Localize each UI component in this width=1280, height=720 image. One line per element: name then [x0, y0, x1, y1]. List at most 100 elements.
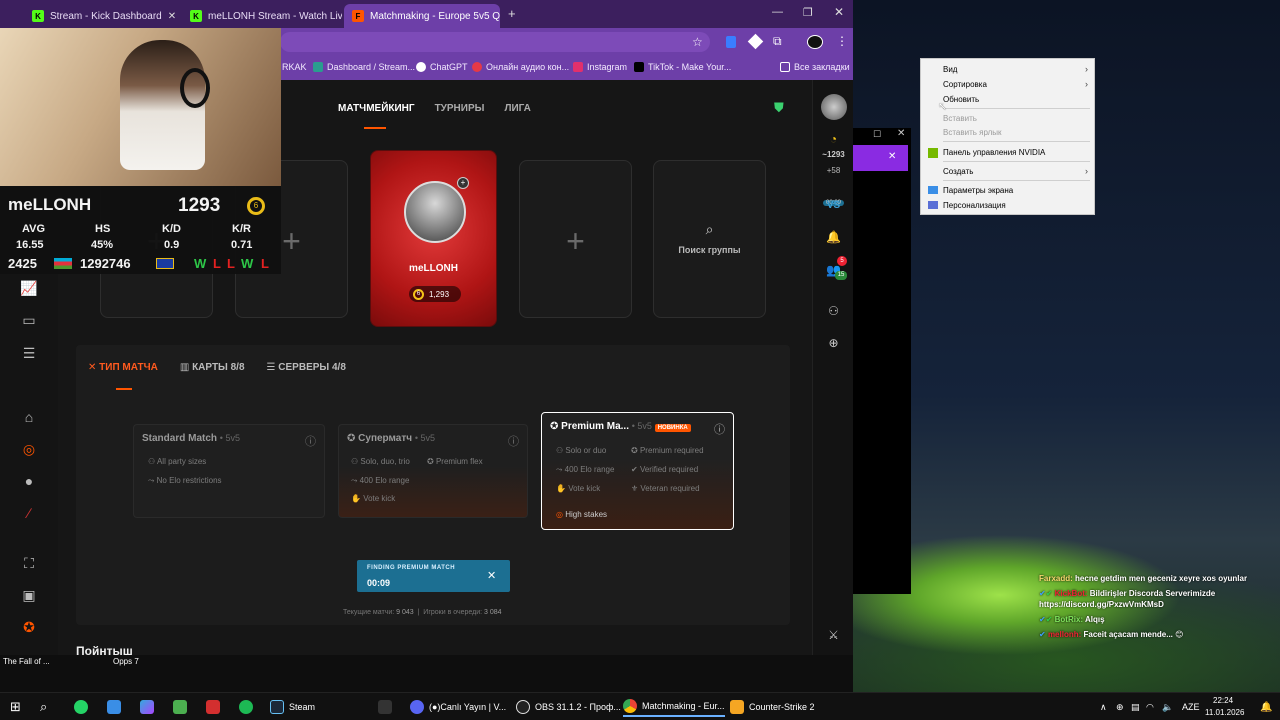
info-icon[interactable]: ⓘ: [305, 433, 316, 449]
nav-league[interactable]: ЛИГА: [504, 103, 530, 114]
menu-item-sort[interactable]: Сортировка: [943, 80, 987, 89]
user-icon[interactable]: ●: [20, 472, 38, 490]
feature: ⚇ Solo or duo: [556, 446, 607, 455]
search-group-slot[interactable]: ⌕ Поиск группы: [653, 160, 766, 318]
maximize-button[interactable]: ❐: [803, 6, 813, 19]
search-icon[interactable]: ⌕: [40, 697, 47, 717]
extensions-puzzle-icon[interactable]: ⧉: [773, 34, 782, 49]
menu-item-refresh[interactable]: Обновить: [943, 95, 979, 104]
taskbar-chrome[interactable]: Matchmaking - Eur...: [623, 697, 725, 717]
party-slot[interactable]: +: [519, 160, 632, 318]
taskbar-steam[interactable]: Steam: [270, 697, 315, 717]
bookmark-label: TikTok - Make Your...: [648, 62, 732, 72]
tray-wifi-icon[interactable]: ◠: [1146, 697, 1154, 717]
bookmark-item[interactable]: Instagram: [573, 62, 627, 72]
whatsapp-icon[interactable]: [74, 697, 93, 717]
tab-maps[interactable]: ▥ КАРТЫ 8/8: [180, 362, 245, 373]
desktop-context-menu: Вид › Сортировка › Обновить Вставить Встав…: [920, 58, 1095, 215]
taskbar-discord[interactable]: (●)Canlı Yayın | V...: [410, 697, 506, 717]
minimize-button[interactable]: —: [772, 6, 783, 18]
avatar: [404, 181, 466, 243]
star-icon[interactable]: ✪: [20, 618, 38, 636]
app-red-icon[interactable]: [206, 697, 225, 717]
chat-icon[interactable]: ⚔: [813, 628, 853, 642]
tab-kick-stream[interactable]: K meLLONH Stream - Watch Live ✕: [182, 4, 342, 28]
bookmark-item[interactable]: ChatGPT: [416, 62, 468, 72]
bookmark-star-icon[interactable]: ☆: [692, 35, 703, 49]
feature: ⚇ All party sizes: [148, 457, 207, 466]
cancel-search-button[interactable]: ✕: [487, 569, 496, 582]
top-nav: МАТЧМЕЙКИНГ ТУРНИРЫ ЛИГА: [338, 103, 531, 114]
scan-icon[interactable]: ⛶: [20, 554, 38, 572]
clock-time[interactable]: 22:24: [1213, 696, 1233, 705]
tab-match-type[interactable]: ✕ ТИП МАТЧА: [88, 362, 158, 373]
info-icon[interactable]: ⓘ: [508, 433, 519, 449]
player-card[interactable]: + meLLONH 6 1,293: [370, 150, 497, 327]
window-close-button[interactable]: ✕: [834, 5, 844, 19]
party-icon[interactable]: ⚇: [813, 304, 853, 318]
clubs-icon[interactable]: ⌂: [20, 408, 38, 426]
menu-item-display-settings[interactable]: Параметры экрана: [943, 186, 1013, 195]
tray-volume-icon[interactable]: 🔈: [1162, 697, 1173, 717]
info-icon[interactable]: ⓘ: [714, 421, 725, 437]
vs-icon[interactable]: VS: [813, 200, 853, 211]
finding-match-banner[interactable]: FINDING PREMIUM MATCH 00:09 ✕: [357, 560, 510, 592]
address-bar[interactable]: [280, 32, 710, 52]
menu-item-personalize[interactable]: Персонализация: [943, 201, 1006, 210]
rail-avatar[interactable]: [813, 94, 853, 123]
video-icon[interactable]: ▭: [20, 311, 38, 329]
bookmark-label: ChatGPT: [430, 62, 468, 72]
store-icon[interactable]: [173, 697, 192, 717]
bookmark-item[interactable]: RKAK: [282, 62, 307, 72]
tab-faceit-matchmaking[interactable]: F Matchmaking - Europe 5v5 Qu ✕: [344, 4, 500, 28]
tab-kick-dashboard[interactable]: K Stream - Kick Dashboard ✕: [24, 4, 180, 28]
plus-small-icon[interactable]: +: [457, 177, 469, 189]
close-icon[interactable]: ✕: [897, 128, 905, 139]
add-circle-icon[interactable]: ⊕: [813, 336, 853, 350]
clock-date[interactable]: 11.01.2026: [1205, 708, 1244, 717]
browser-window: K Stream - Kick Dashboard ✕ K meLLONH St…: [0, 0, 853, 655]
match-type-super[interactable]: ✪ Суперматч • 5v5 ⓘ ⚇ Solo, duo, trio ✪ …: [338, 424, 528, 518]
tray-network-icon[interactable]: ⊕: [1116, 697, 1124, 717]
shield-icon[interactable]: ⛊: [774, 100, 784, 116]
chevron-right-icon: ›: [1085, 79, 1088, 89]
pencil-icon[interactable]: ∕: [20, 504, 38, 522]
tray-app-icon[interactable]: ▤: [1131, 697, 1140, 717]
az-flag-icon: [54, 258, 72, 269]
start-button[interactable]: ⊞: [10, 697, 21, 717]
menu-item-nvidia[interactable]: Панель управления NVIDIA: [943, 148, 1045, 157]
taskbar-cs2[interactable]: Counter-Strike 2: [730, 697, 815, 717]
tab-servers[interactable]: ☰ СЕРВЕРЫ 4/8: [267, 362, 346, 373]
stats-icon[interactable]: 📈: [20, 279, 38, 297]
maximize-button[interactable]: ☐: [873, 129, 881, 140]
nav-tournaments[interactable]: ТУРНИРЫ: [435, 103, 485, 114]
faceit-ring-icon[interactable]: ◎: [20, 440, 38, 458]
menu-item-view[interactable]: Вид: [943, 65, 957, 74]
bookmark-item[interactable]: TikTok - Make Your...: [634, 62, 731, 72]
match-type-standard[interactable]: Standard Match • 5v5 ⓘ ⚇ All party sizes…: [133, 424, 325, 518]
copilot-icon[interactable]: [140, 697, 159, 717]
spotify-icon[interactable]: [239, 697, 258, 717]
epic-icon[interactable]: [378, 697, 397, 717]
menu-dots-icon[interactable]: ⋮: [836, 34, 848, 48]
explorer-icon[interactable]: [107, 697, 126, 717]
profile-avatar[interactable]: [807, 35, 823, 49]
language-indicator[interactable]: AZE: [1182, 697, 1200, 717]
extension-shield-icon[interactable]: [726, 36, 736, 48]
list-icon[interactable]: ☰: [20, 344, 38, 362]
bell-icon[interactable]: 🔔: [813, 230, 853, 244]
match-type-premium[interactable]: ✪ Premium Ma... • 5v5 НОВИНКА ⓘ ⚇ Solo o…: [541, 412, 734, 530]
close-icon[interactable]: ✕: [162, 11, 176, 22]
tray-chevron-icon[interactable]: ∧: [1100, 697, 1107, 717]
bookmark-item[interactable]: Онлайн аудио кон...: [472, 62, 569, 72]
shop-icon[interactable]: ▣: [20, 586, 38, 604]
friends-icon[interactable]: 👥: [813, 263, 853, 277]
bookmark-item[interactable]: Dashboard / Stream...: [313, 62, 415, 72]
bookmark-item[interactable]: Все закладки: [780, 62, 850, 72]
notifications-icon[interactable]: 🔔: [1260, 697, 1272, 717]
menu-item-create[interactable]: Создать: [943, 167, 973, 176]
new-tab-button[interactable]: +: [508, 6, 516, 21]
close-icon[interactable]: ✕: [888, 151, 896, 162]
taskbar-obs[interactable]: OBS 31.1.2 - Проф...: [516, 697, 621, 717]
nav-matchmaking[interactable]: МАТЧМЕЙКИНГ: [338, 103, 415, 114]
